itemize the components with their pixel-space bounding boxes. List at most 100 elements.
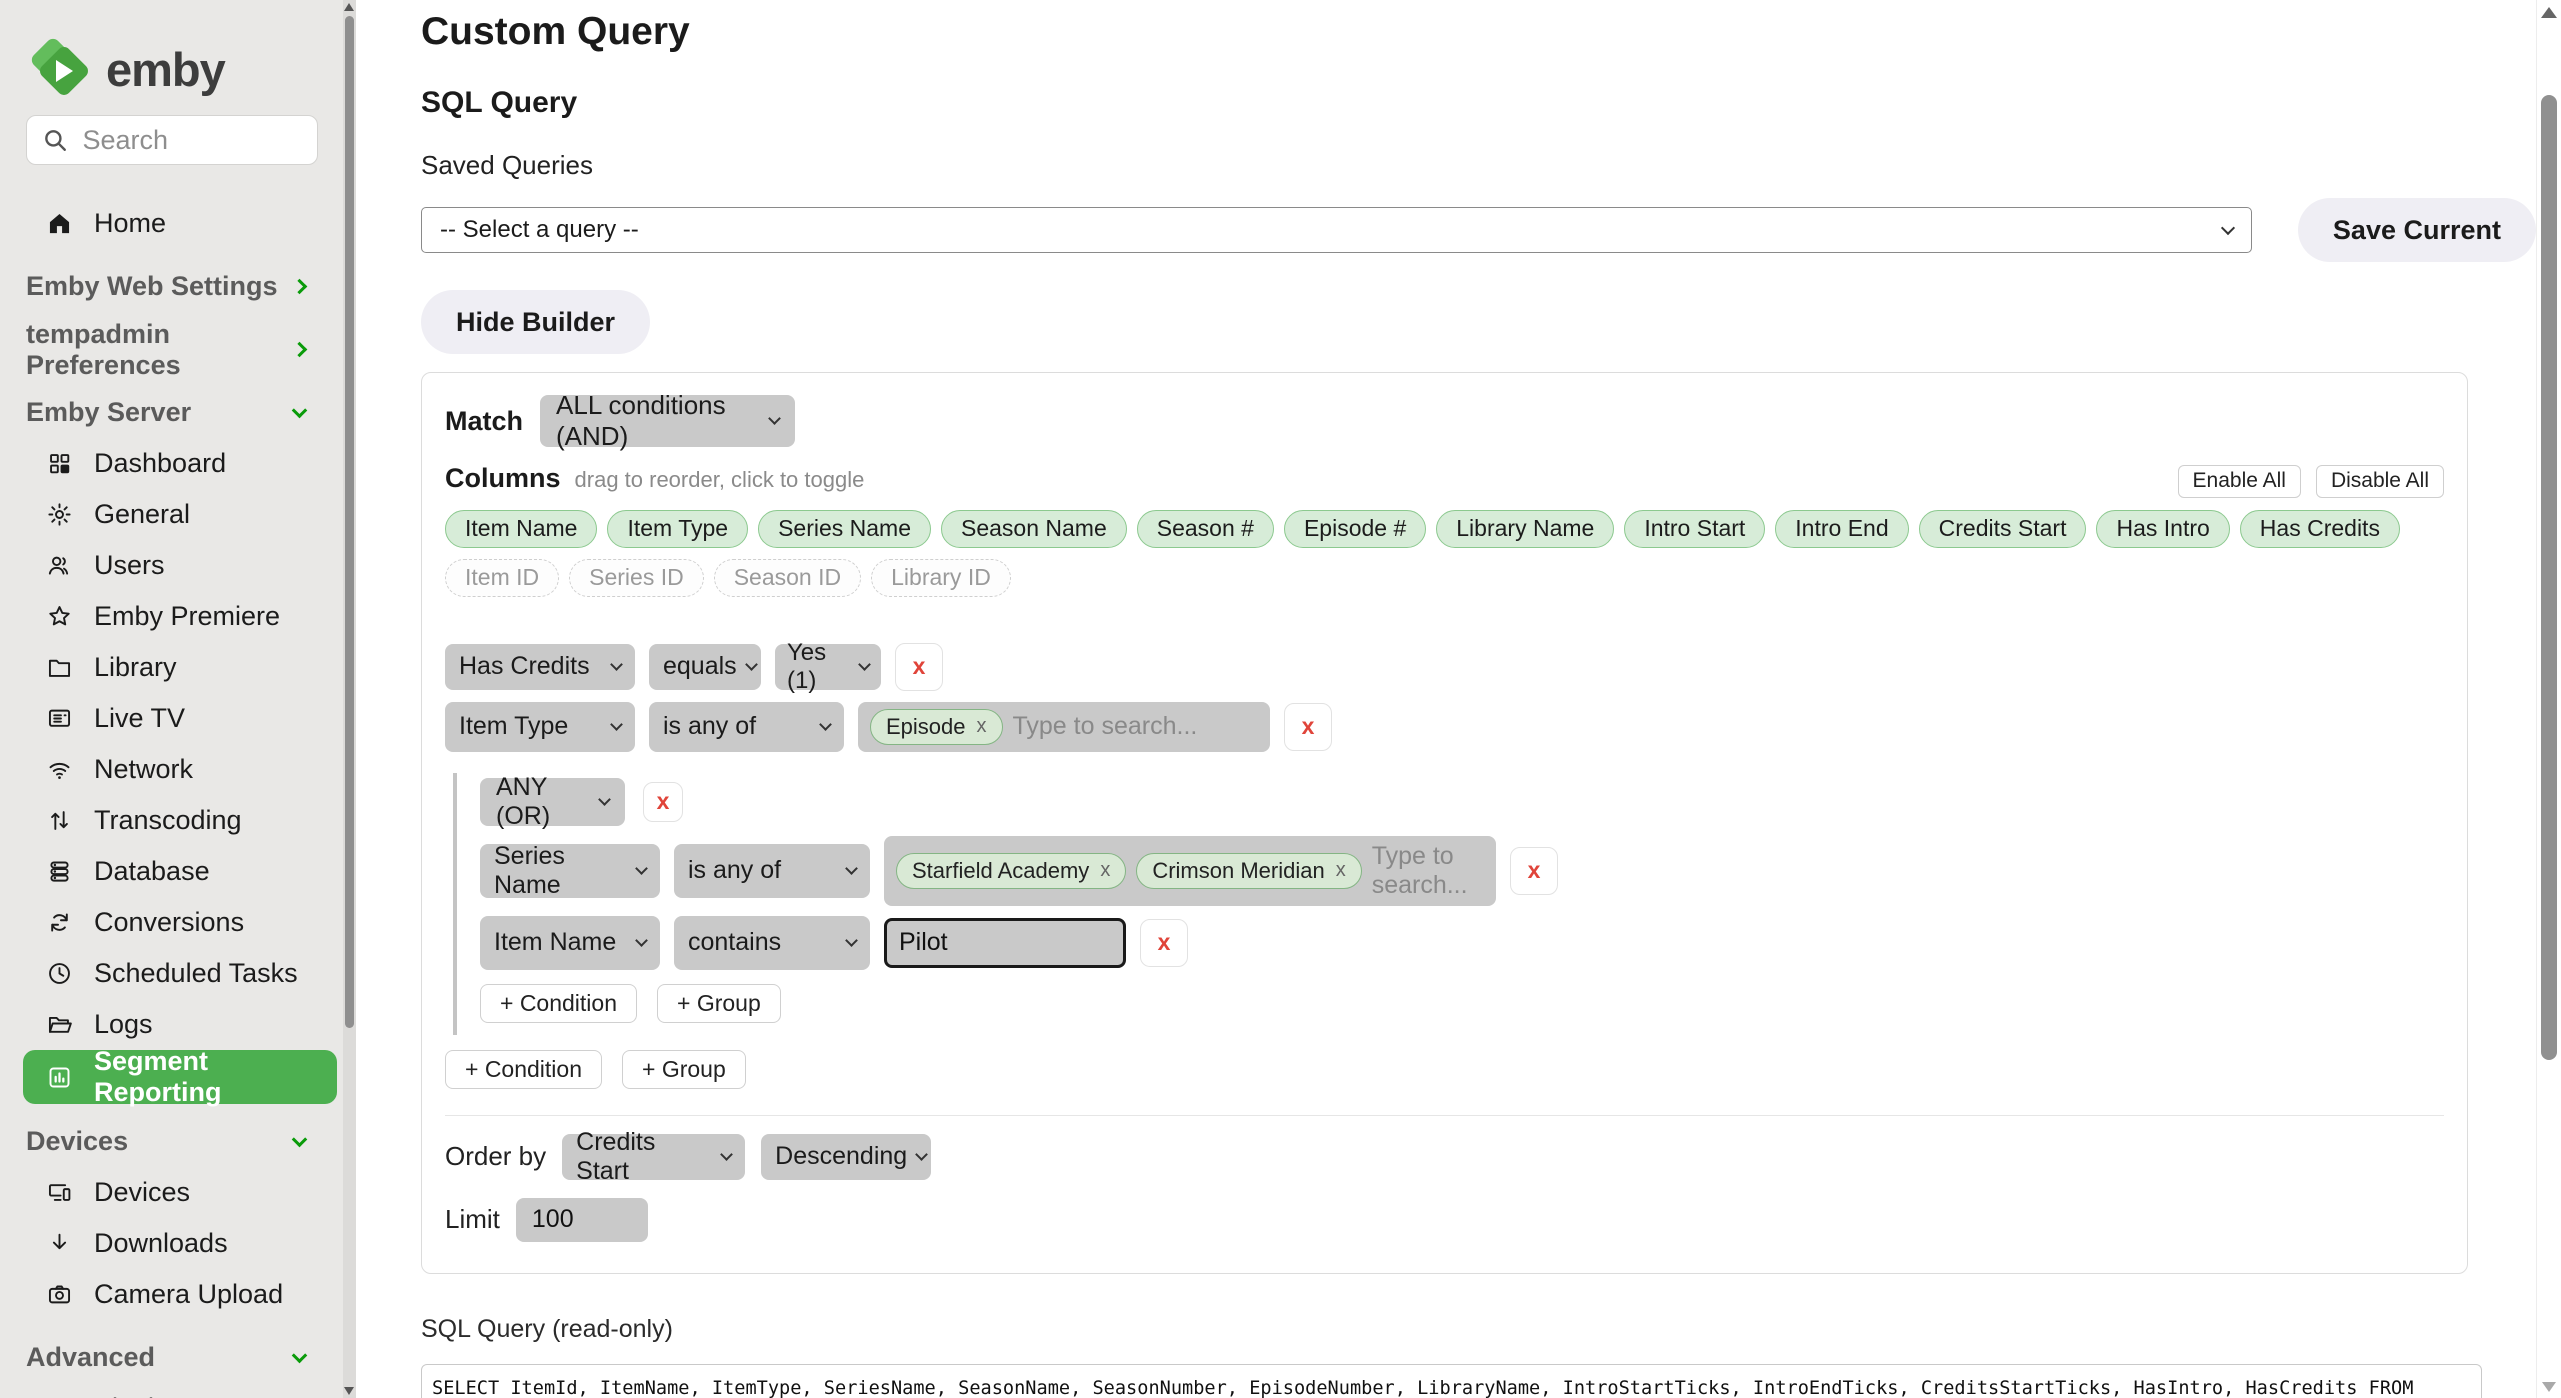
sidebar-scrollbar-thumb[interactable] [345,16,354,1028]
order-field-select[interactable]: Credits Start [562,1134,745,1180]
sidebar-item-label: Conversions [94,907,244,938]
column-chip-library-id[interactable]: Library ID [871,559,1011,597]
search-box[interactable] [26,115,318,165]
column-chip-library-name[interactable]: Library Name [1436,510,1614,548]
sidebar-item-conversions[interactable]: Conversions [0,897,343,948]
sidebar-item-camera-upload[interactable]: Camera Upload [0,1269,343,1320]
remove-condition-button[interactable]: x [1284,703,1332,751]
sidebar-item-dashboard[interactable]: Dashboard [0,438,343,489]
sidebar-section-emby-server[interactable]: Emby Server [0,387,343,438]
chevron-down-icon [635,934,648,947]
sql-query-textarea[interactable] [421,1364,2482,1398]
page-scrollbar[interactable] [2536,0,2561,1398]
tag-search-placeholder: Type to search... [1013,712,1198,741]
add-condition-button[interactable]: + Condition [445,1050,602,1089]
condition-operator-select[interactable]: is any of [649,702,844,752]
column-chip-series-name[interactable]: Series Name [758,510,931,548]
tag-list: Starfield AcademyxCrimson Meridianx [896,853,1362,889]
tag-search-box[interactable]: Starfield AcademyxCrimson Meridianx Type… [884,836,1496,906]
remove-condition-button[interactable]: x [1140,919,1188,967]
chevron-down-icon [2221,220,2235,234]
condition-field-select[interactable]: Item Name [480,916,660,970]
chevron-down-icon [845,934,858,947]
sidebar-item-plugins[interactable]: Plugins [0,1383,343,1398]
column-chip-item-name[interactable]: Item Name [445,510,597,548]
scroll-down-icon[interactable] [344,1387,354,1395]
match-select[interactable]: ALL conditions (AND) [540,395,795,447]
gear-icon [46,501,73,528]
condition-field-select[interactable]: Has Credits [445,644,635,690]
live-tv-icon [46,705,73,732]
sidebar-scrollbar[interactable] [343,0,356,1398]
chevron-down-icon [598,793,611,806]
column-chip-has-intro[interactable]: Has Intro [2096,510,2229,548]
column-chip-has-credits[interactable]: Has Credits [2240,510,2400,548]
sidebar-section-advanced[interactable]: Advanced [0,1332,343,1383]
scroll-down-icon[interactable] [2542,1382,2556,1392]
sidebar-item-label: Segment Reporting [94,1046,337,1108]
sidebar-item-users[interactable]: Users [0,540,343,591]
tag-remove-icon[interactable]: x [977,715,987,738]
condition-operator-select[interactable]: contains [674,916,870,970]
save-current-button[interactable]: Save Current [2298,198,2536,262]
column-chip-season[interactable]: Season # [1137,510,1274,548]
sidebar-item-transcoding[interactable]: Transcoding [0,795,343,846]
column-chip-item-id[interactable]: Item ID [445,559,559,597]
condition-field-select[interactable]: Item Type [445,702,635,752]
column-chip-credits-start[interactable]: Credits Start [1919,510,2087,548]
tag-remove-icon[interactable]: x [1336,859,1346,882]
add-group-button[interactable]: + Group [657,984,781,1023]
sidebar-item-logs[interactable]: Logs [0,999,343,1050]
sidebar-item-network[interactable]: Network [0,744,343,795]
condition-operator-select[interactable]: equals [649,644,761,690]
sidebar-section-emby-web-settings[interactable]: Emby Web Settings [0,261,343,312]
column-chip-intro-start[interactable]: Intro Start [1624,510,1765,548]
sidebar-item-downloads[interactable]: Downloads [0,1218,343,1269]
condition-value-select[interactable]: Yes (1) [775,644,881,690]
condition-operator-select[interactable]: is any of [674,844,870,898]
sidebar-item-general[interactable]: General [0,489,343,540]
column-chip-episode[interactable]: Episode # [1284,510,1426,548]
tag-search-box[interactable]: Episodex Type to search... [858,702,1270,752]
sidebar-item-database[interactable]: Database [0,846,343,897]
disable-all-button[interactable]: Disable All [2316,465,2444,498]
scroll-up-icon[interactable] [344,3,354,11]
limit-input[interactable] [516,1198,648,1242]
column-chip-intro-end[interactable]: Intro End [1775,510,1908,548]
emby-logo-text: emby [106,42,225,97]
page-scrollbar-thumb[interactable] [2541,95,2557,1060]
condition-field-select[interactable]: Series Name [480,844,660,898]
group-match-select[interactable]: ANY (OR) [480,778,625,826]
scroll-up-icon[interactable] [2541,7,2557,18]
remove-group-button[interactable]: x [643,782,683,822]
column-chip-item-type[interactable]: Item Type [607,510,748,548]
sidebar-item-segment-reporting[interactable]: Segment Reporting [23,1050,337,1104]
sidebar-item-library[interactable]: Library [0,642,343,693]
open-folder-icon [46,1011,73,1038]
clock-icon [46,960,73,987]
emby-logo: emby [30,36,343,102]
add-group-button[interactable]: + Group [622,1050,746,1089]
saved-queries-select[interactable]: -- Select a query -- [421,207,2252,253]
search-input[interactable] [81,124,281,157]
hide-builder-button[interactable]: Hide Builder [421,290,650,354]
column-chip-series-id[interactable]: Series ID [569,559,704,597]
column-chip-season-name[interactable]: Season Name [941,510,1127,548]
remove-condition-button[interactable]: x [1510,847,1558,895]
order-direction-select[interactable]: Descending [761,1134,931,1180]
sidebar-section-tempadmin-preferences[interactable]: tempadmin Preferences [0,324,343,375]
add-condition-button[interactable]: + Condition [480,984,637,1023]
sidebar-item-emby-premiere[interactable]: Emby Premiere [0,591,343,642]
sidebar-item-scheduled-tasks[interactable]: Scheduled Tasks [0,948,343,999]
tag-remove-icon[interactable]: x [1100,859,1110,882]
database-icon [46,858,73,885]
sidebar-item-devices[interactable]: Devices [0,1167,343,1218]
column-chip-season-id[interactable]: Season ID [714,559,861,597]
condition-value-input[interactable] [884,918,1126,968]
remove-condition-button[interactable]: x [895,643,943,691]
sidebar-item-home[interactable]: Home [0,198,343,249]
enable-all-button[interactable]: Enable All [2178,465,2301,498]
sidebar-item-label: Logs [94,1009,153,1040]
sidebar-section-devices[interactable]: Devices [0,1116,343,1167]
sidebar-item-live-tv[interactable]: Live TV [0,693,343,744]
